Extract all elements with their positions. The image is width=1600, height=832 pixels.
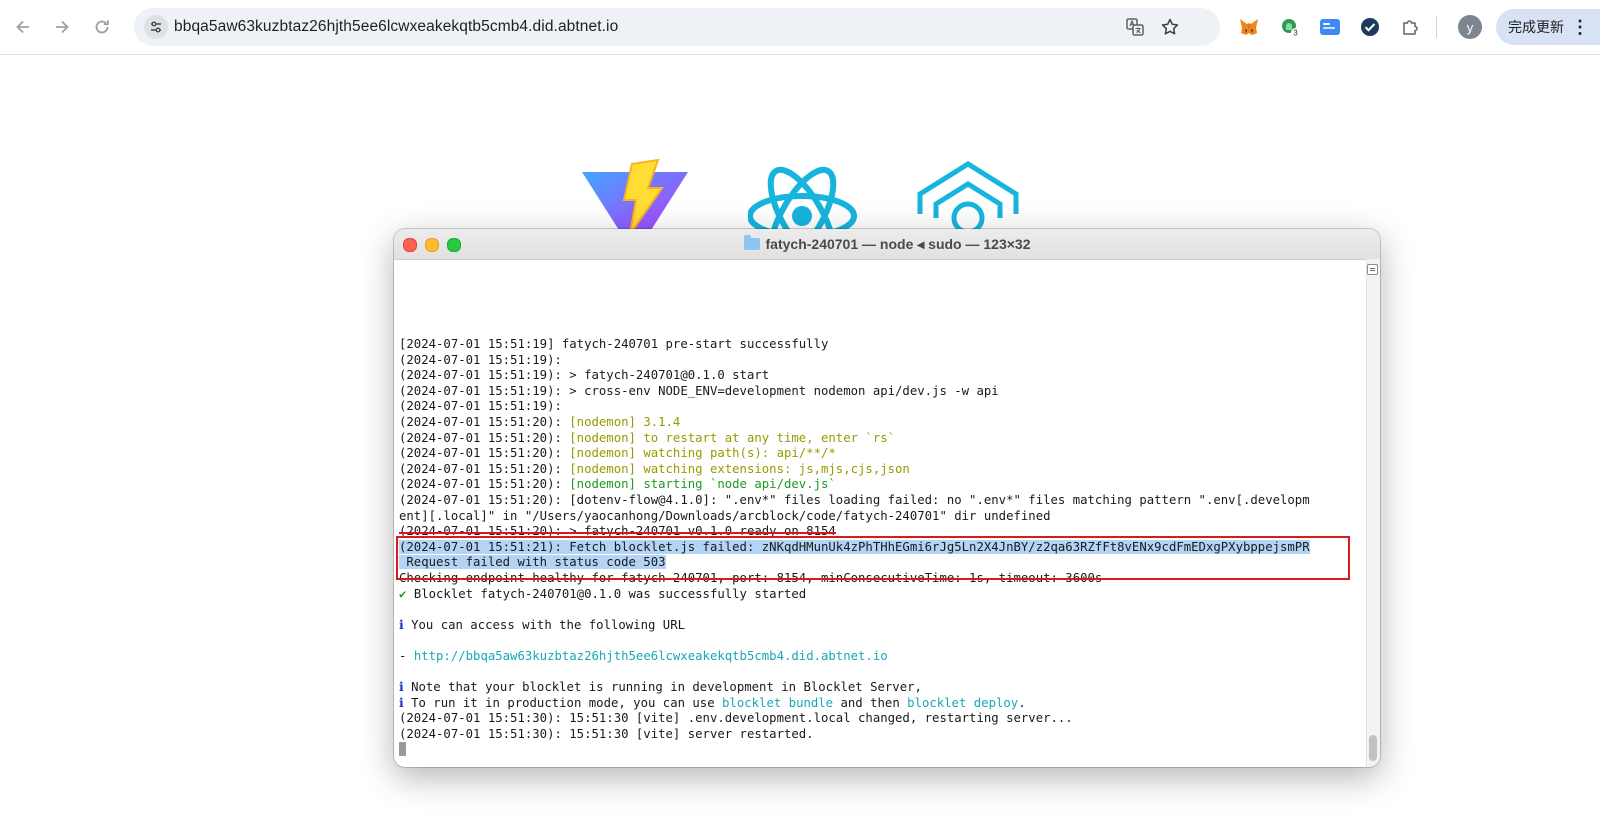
terminal-text: (2024-07-01 15:51:19):: [399, 352, 562, 367]
terminal-line: (2024-07-01 15:51:20): [nodemon] watchin…: [399, 446, 1359, 462]
puzzle-icon[interactable]: [1397, 14, 1423, 40]
terminal-text: [nodemon] to restart at any time, enter …: [569, 430, 896, 445]
terminal-text: [nodemon] starting `node api/dev.js`: [569, 477, 836, 492]
terminal-text: [nodemon] watching path(s): api/**/*: [569, 446, 836, 461]
terminal-text: ℹ: [399, 680, 412, 695]
terminal-text: [2024-07-01 15:51:19] fatych-240701 pre-…: [399, 337, 829, 351]
scrollbar-thumb[interactable]: [1369, 735, 1377, 761]
terminal-text: ✔: [399, 586, 414, 601]
terminal-line: ℹ You can access with the following URL: [399, 618, 1359, 634]
terminal-text: (2024-07-01 15:51:20):: [399, 414, 570, 429]
extension-icon[interactable]: 3: [1277, 14, 1303, 40]
terminal-line: (2024-07-01 15:51:19): > cross-env NODE_…: [399, 384, 1359, 400]
terminal-line: (2024-07-01 15:51:30): 15:51:30 [vite] s…: [399, 727, 1359, 743]
terminal-text: ℹ: [399, 695, 412, 710]
terminal-line: (2024-07-01 15:51:20): [nodemon] 3.1.4: [399, 415, 1359, 431]
terminal-line: (2024-07-01 15:51:19): > fatych-240701@0…: [399, 368, 1359, 384]
terminal-title: fatych-240701 — node ◂ sudo — 123×32: [394, 229, 1380, 259]
back-arrow-icon[interactable]: [10, 14, 36, 40]
terminal-line: (2024-07-01 15:51:19):: [399, 399, 1359, 415]
terminal-window[interactable]: fatych-240701 — node ◂ sudo — 123×32 [20…: [394, 229, 1380, 767]
terminal-titlebar[interactable]: fatych-240701 — node ◂ sudo — 123×32: [394, 229, 1380, 260]
browser-toolbar: bbqa5aw63kuzbtaz26hjth5ee6lcwxeakekqtb5c…: [0, 0, 1600, 55]
site-info-icon[interactable]: [144, 15, 168, 39]
terminal-line: Request failed with status code 503: [399, 555, 1359, 571]
terminal-text: Checking endpoint healthy for fatych-240…: [399, 570, 1103, 585]
url-text[interactable]: bbqa5aw63kuzbtaz26hjth5ee6lcwxeakekqtb5c…: [174, 8, 618, 46]
terminal-text: (2024-07-01 15:51:30): 15:51:30 [vite] .…: [399, 711, 1073, 726]
terminal-prompt-line[interactable]: [399, 742, 1359, 758]
extension-icon[interactable]: [1317, 14, 1343, 40]
reload-icon[interactable]: [89, 14, 115, 40]
terminal-text: (2024-07-01 15:51:20):: [399, 461, 570, 476]
update-button-label: 完成更新: [1508, 19, 1564, 35]
terminal-text: -: [399, 648, 414, 663]
avatar[interactable]: y: [1458, 15, 1482, 39]
terminal-text: [nodemon] 3.1.4: [569, 414, 681, 429]
terminal-text: Blocklet fatych-240701@0.1.0 was success…: [413, 586, 807, 601]
terminal-text: You can access with the following URL: [411, 617, 686, 632]
terminal-text: and then: [833, 695, 908, 710]
terminal-text: (2024-07-01 15:51:20): [dotenv-flow@4.1.…: [399, 492, 1310, 507]
terminal-line: (2024-07-01 15:51:20): [dotenv-flow@4.1.…: [399, 493, 1359, 509]
check-icon[interactable]: [1357, 14, 1383, 40]
terminal-scrollbar[interactable]: [1366, 259, 1380, 767]
terminal-text: (2024-07-01 15:51:19): > cross-env NODE_…: [399, 383, 999, 398]
terminal-text: (2024-07-01 15:51:19): > fatych-240701@0…: [399, 368, 770, 383]
terminal-line: (2024-07-01 15:51:19):: [399, 353, 1359, 369]
terminal-line: ℹ Note that your blocklet is running in …: [399, 680, 1359, 696]
folder-icon: [743, 235, 760, 250]
menu-dots-icon[interactable]: ⋮: [1571, 9, 1589, 45]
update-button[interactable]: 完成更新 ⋮: [1496, 9, 1600, 45]
terminal-menu-icon[interactable]: [1367, 264, 1378, 275]
forward-arrow-icon[interactable]: [49, 14, 75, 40]
terminal-line: (2024-07-01 15:51:21): Fetch blocklet.js…: [399, 539, 1359, 556]
terminal-line: (2024-07-01 15:51:20): [nodemon] to rest…: [399, 431, 1359, 447]
terminal-text: blocklet bundle: [722, 695, 834, 710]
terminal-text: To run it in production mode, you can us…: [411, 695, 723, 710]
toolbar-separator: [1436, 16, 1437, 38]
terminal-text: (2024-07-01 15:51:30): 15:51:30 [vite] s…: [399, 726, 814, 741]
terminal-text: (2024-07-01 15:51:19):: [399, 399, 562, 414]
terminal-line: (2024-07-01 15:51:20): > fatych-240701 v…: [399, 524, 1359, 540]
terminal-line: Checking endpoint healthy for fatych-240…: [399, 571, 1359, 587]
terminal-text: http://bbqa5aw63kuzbtaz26hjth5ee6lcwxeak…: [413, 648, 888, 663]
terminal-text: ent][.local]" in "/Users/yaocanhong/Down…: [399, 508, 1051, 523]
terminal-title-text: fatych-240701 — node ◂ sudo — 123×32: [765, 236, 1031, 252]
terminal-line: ent][.local]" in "/Users/yaocanhong/Down…: [399, 509, 1359, 525]
terminal-line: (2024-07-01 15:51:20): [nodemon] startin…: [399, 477, 1359, 493]
translate-icon[interactable]: [1124, 16, 1146, 38]
extension-badge: 3: [1293, 29, 1298, 38]
terminal-text: (2024-07-01 15:51:20):: [399, 446, 570, 461]
terminal-text: Note that your blocklet is running in de…: [411, 680, 922, 695]
terminal-line: ℹ To run it in production mode, you can …: [399, 696, 1359, 712]
terminal-text: Request failed with status code 503: [399, 555, 666, 570]
terminal-output[interactable]: [2024-07-01 15:51:19] fatych-240701 pre-…: [399, 337, 1359, 758]
terminal-line: - http://bbqa5aw63kuzbtaz26hjth5ee6lcwxe…: [399, 649, 1359, 665]
terminal-text: blocklet deploy: [907, 695, 1019, 710]
address-bar[interactable]: bbqa5aw63kuzbtaz26hjth5ee6lcwxeakekqtb5c…: [134, 8, 1220, 46]
terminal-text: .: [1018, 695, 1026, 710]
terminal-line: ✔ Blocklet fatych-240701@0.1.0 was succe…: [399, 587, 1359, 603]
terminal-text: [nodemon] watching extensions: js,mjs,cj…: [569, 461, 910, 476]
terminal-text: (2024-07-01 15:51:20): > fatych-240701 v…: [399, 524, 836, 539]
metamask-fox-icon[interactable]: [1236, 14, 1262, 40]
terminal-line: [2024-07-01 15:51:19] fatych-240701 pre-…: [399, 337, 1359, 353]
terminal-text: (2024-07-01 15:51:20):: [399, 477, 570, 492]
star-icon[interactable]: [1159, 16, 1181, 38]
terminal-cursor: [399, 742, 406, 757]
terminal-line: (2024-07-01 15:51:30): 15:51:30 [vite] .…: [399, 711, 1359, 727]
terminal-line: (2024-07-01 15:51:20): [nodemon] watchin…: [399, 462, 1359, 478]
terminal-text: (2024-07-01 15:51:21): Fetch blocklet.js…: [399, 539, 1310, 554]
terminal-text: ℹ: [399, 617, 412, 632]
terminal-text: (2024-07-01 15:51:20):: [399, 430, 570, 445]
